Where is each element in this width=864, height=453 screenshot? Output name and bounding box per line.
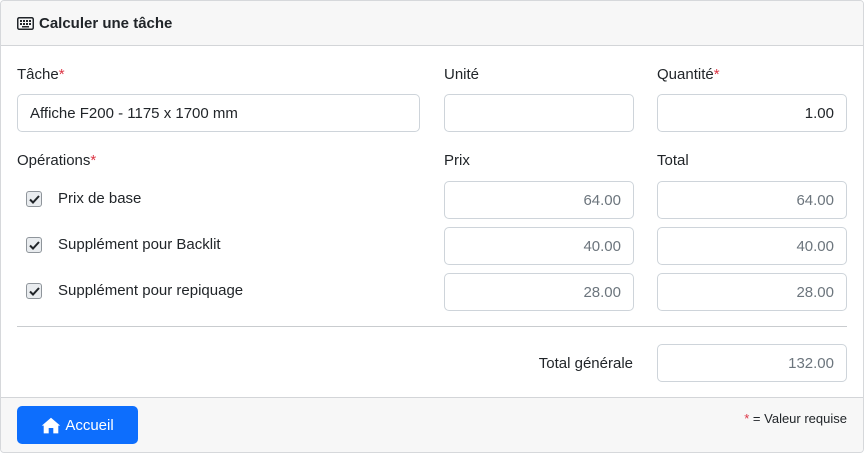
operation-label: Supplément pour repiquage [58,282,244,299]
home-button-label: Accueil [65,416,114,434]
operation-checkbox[interactable] [26,191,42,207]
operation-checkbox[interactable] [26,237,42,253]
operation-price-field[interactable]: 28.00 [444,273,634,311]
keyboard-icon [17,16,34,30]
card-header: Calculer une tâche [1,1,863,46]
operation-total-field[interactable]: 40.00 [657,227,847,265]
quantity-field[interactable]: 1.00 [657,94,847,132]
home-icon [42,417,61,433]
calculate-task-card: Calculer une tâche Tâche* Unité Quantité… [0,0,864,453]
home-button[interactable]: Accueil [17,406,138,444]
task-label: Tâche* [17,66,65,83]
card-title: Calculer une tâche [39,14,173,32]
grand-total-label: Total générale [538,355,633,372]
operation-price-field[interactable]: 40.00 [444,227,634,265]
operation-label: Prix de base [58,190,142,207]
operation-label: Supplément pour Backlit [58,236,221,253]
checkmark-icon [28,286,40,296]
required-legend: * = Valeur requise [744,411,847,426]
checkmark-icon [28,194,40,204]
divider [17,326,847,327]
card-footer: Accueil * = Valeur requise [1,397,863,452]
operation-total-field[interactable]: 28.00 [657,273,847,311]
unit-label: Unité [444,66,480,83]
checkmark-icon [28,240,40,250]
operation-total-field[interactable]: 64.00 [657,181,847,219]
total-label: Total [657,152,689,169]
price-label: Prix [444,152,470,169]
operations-label: Opérations* [17,152,97,169]
task-field[interactable]: Affiche F200 - 1175 x 1700 mm [17,94,420,132]
unit-field[interactable] [444,94,634,132]
operation-price-field[interactable]: 64.00 [444,181,634,219]
grand-total-field[interactable]: 132.00 [657,344,847,382]
quantity-label: Quantité* [657,66,720,83]
operation-checkbox[interactable] [26,283,42,299]
